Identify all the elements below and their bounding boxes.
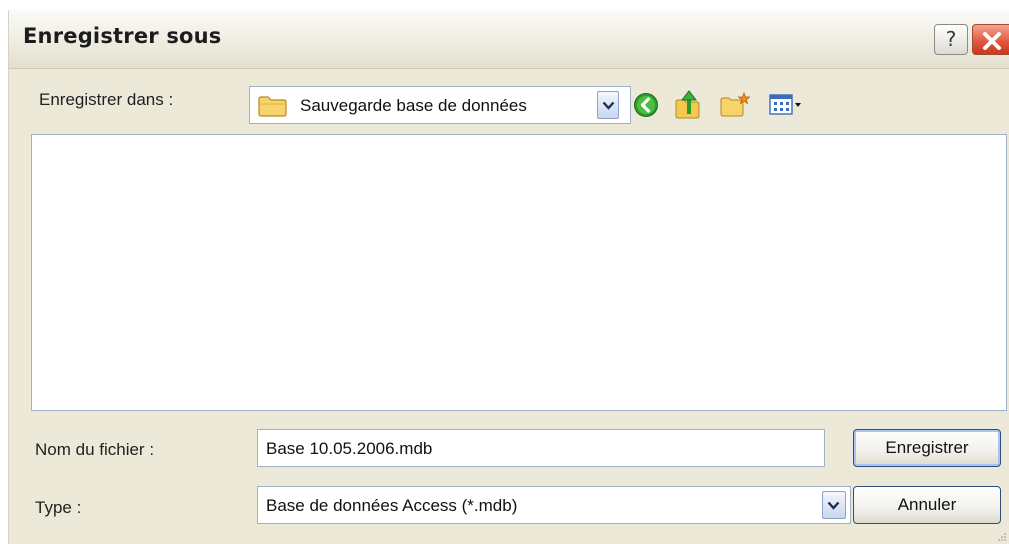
dialog-title: Enregistrer sous — [23, 24, 222, 48]
save-in-dropdown-button[interactable] — [597, 91, 619, 119]
type-value: Base de données Access (*.mdb) — [266, 496, 518, 515]
resize-grip-icon[interactable] — [995, 530, 1007, 542]
type-label: Type : — [35, 498, 82, 517]
save-as-dialog: Enregistrer sous ? Enregistrer dans : Sa… — [8, 10, 1009, 544]
filename-label: Nom du fichier : — [35, 440, 155, 459]
close-icon — [983, 32, 1001, 50]
chevron-down-icon — [602, 101, 615, 110]
close-button[interactable] — [972, 24, 1009, 55]
save-in-label: Enregistrer dans : — [39, 90, 174, 109]
back-icon[interactable] — [633, 92, 659, 118]
type-select[interactable]: Base de données Access (*.mdb) — [257, 486, 851, 524]
save-in-combo[interactable]: Sauvegarde base de données — [249, 86, 631, 124]
views-menu-icon[interactable] — [769, 94, 803, 116]
new-folder-icon[interactable] — [719, 90, 751, 118]
help-button[interactable]: ? — [934, 24, 968, 55]
filename-input[interactable]: Base 10.05.2006.mdb — [257, 429, 825, 467]
file-list[interactable] — [31, 134, 1007, 411]
filename-value: Base 10.05.2006.mdb — [266, 439, 433, 458]
save-button[interactable]: Enregistrer — [853, 429, 1001, 467]
up-folder-icon[interactable] — [673, 88, 703, 120]
folder-icon — [258, 96, 287, 117]
save-in-value: Sauvegarde base de données — [300, 96, 527, 115]
title-bar[interactable]: Enregistrer sous ? — [9, 10, 1009, 69]
chevron-down-icon — [827, 501, 840, 510]
type-dropdown-button[interactable] — [822, 491, 846, 519]
cancel-button[interactable]: Annuler — [853, 486, 1001, 524]
